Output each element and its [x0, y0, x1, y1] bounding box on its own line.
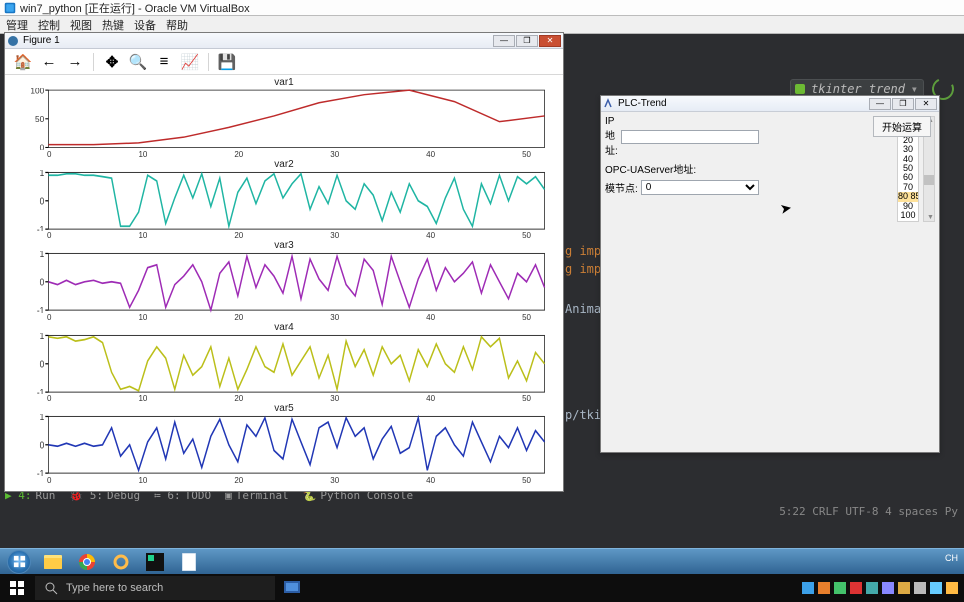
svg-text:1: 1	[40, 333, 45, 341]
chrome-icon[interactable]	[72, 551, 102, 573]
svg-text:100: 100	[30, 88, 44, 95]
subplot-var4: var4 -101 01020304050	[13, 322, 555, 404]
close-button[interactable]: ✕	[915, 98, 937, 110]
notepad-icon[interactable]	[174, 551, 204, 573]
subplot-var3: var3 -101 01020304050	[13, 240, 555, 322]
tray-icon[interactable]	[818, 582, 830, 594]
minimize-button[interactable]: —	[493, 35, 515, 47]
figure-toolbar: 🏠 ← → ✥ 🔍 ≡ 📈 💾	[5, 49, 563, 75]
menu-item[interactable]: 视图	[70, 17, 92, 33]
save-icon[interactable]: 💾	[215, 51, 239, 73]
menu-item[interactable]: 控制	[38, 17, 60, 33]
win7-taskbar: CH	[0, 548, 964, 574]
subplot-var1: var1 050100 01020304050	[13, 77, 555, 159]
tray-icon[interactable]	[802, 582, 814, 594]
svg-text:0: 0	[40, 440, 45, 451]
svg-text:-1: -1	[37, 387, 44, 394]
language-indicator[interactable]: CH	[945, 553, 958, 563]
svg-text:1: 1	[40, 414, 45, 422]
node-select[interactable]: 0	[641, 180, 759, 195]
vbox-title: win7_python [正在运行] - Oracle VM VirtualBo…	[20, 0, 250, 16]
tray-icon[interactable]	[914, 582, 926, 594]
edit-icon[interactable]: 📈	[178, 51, 202, 73]
task-app-icon[interactable]	[275, 579, 309, 597]
editor-fragment: g imp g imp Anima p/tki	[565, 242, 601, 424]
tray-icon[interactable]	[882, 582, 894, 594]
figure-titlebar[interactable]: Figure 1 — ❐ ✕	[5, 33, 563, 49]
win10-taskbar: Type here to search	[0, 574, 964, 602]
back-icon[interactable]: ←	[37, 51, 61, 73]
tray-icon[interactable]	[946, 582, 958, 594]
search-placeholder: Type here to search	[66, 582, 163, 594]
svg-text:1: 1	[40, 170, 45, 178]
home-icon[interactable]: 🏠	[11, 51, 35, 73]
subplot-var5: var5 -101 01020304050	[13, 403, 555, 485]
vbox-icon	[4, 2, 16, 14]
svg-text:0: 0	[40, 143, 45, 150]
vbox-titlebar: win7_python [正在运行] - Oracle VM VirtualBo…	[0, 0, 964, 16]
ip-label: IP地址:	[605, 116, 618, 157]
explorer-icon[interactable]	[38, 551, 68, 573]
opc-label: OPC-UAServer地址:	[605, 161, 696, 176]
node-label: 模节点:	[605, 180, 638, 195]
close-button[interactable]: ✕	[539, 35, 561, 47]
svg-text:-1: -1	[37, 224, 44, 231]
settings-icon[interactable]	[106, 551, 136, 573]
menu-item[interactable]: 管理	[6, 17, 28, 33]
ide-statusbar: 5:22 CRLF UTF-8 4 spaces Py	[779, 505, 958, 518]
plc-window: PLC-Trend — ❐ ✕ IP地址: OPC-UAServer地址: 模节…	[600, 95, 940, 453]
svg-text:50: 50	[35, 114, 45, 124]
menu-item[interactable]: 帮助	[166, 17, 188, 33]
svg-text:0: 0	[40, 359, 45, 370]
start-button[interactable]: 开始运算	[873, 116, 931, 137]
menu-item[interactable]: 热键	[102, 17, 124, 33]
plc-form: IP地址: OPC-UAServer地址: 模节点: 0	[605, 116, 759, 448]
tk-icon	[603, 98, 614, 109]
plc-titlebar[interactable]: PLC-Trend — ❐ ✕	[601, 96, 939, 112]
tray-icon[interactable]	[850, 582, 862, 594]
figure-window: Figure 1 — ❐ ✕ 🏠 ← → ✥ 🔍 ≡ 📈 💾 var1 0501…	[4, 32, 564, 492]
maximize-button[interactable]: ❐	[516, 35, 538, 47]
maximize-button[interactable]: ❐	[892, 98, 914, 110]
svg-text:0: 0	[40, 195, 45, 206]
subplot-var2: var2 -101 01020304050	[13, 159, 555, 241]
svg-text:1: 1	[40, 251, 45, 259]
forward-icon[interactable]: →	[63, 51, 87, 73]
search-box[interactable]: Type here to search	[35, 576, 275, 600]
tray-icon[interactable]	[834, 582, 846, 594]
tray-icon[interactable]	[930, 582, 942, 594]
subplots-icon[interactable]: ≡	[152, 51, 176, 73]
python-icon	[7, 35, 19, 47]
ip-input[interactable]	[621, 130, 759, 144]
system-tray[interactable]	[802, 582, 964, 594]
start-button[interactable]	[0, 574, 34, 602]
figure-title: Figure 1	[23, 35, 492, 46]
minimize-button[interactable]: —	[869, 98, 891, 110]
start-button[interactable]	[4, 551, 34, 573]
menu-item[interactable]: 设备	[134, 17, 156, 33]
svg-text:0: 0	[40, 277, 45, 288]
svg-text:-1: -1	[37, 305, 44, 312]
pycharm-icon[interactable]	[140, 551, 170, 573]
plot-area: var1 050100 01020304050var2 -101 0102030…	[5, 75, 563, 491]
tray-icon[interactable]	[898, 582, 910, 594]
tray-icon[interactable]	[866, 582, 878, 594]
pan-icon[interactable]: ✥	[100, 51, 124, 73]
mouse-cursor: ➤	[779, 199, 794, 218]
search-icon	[45, 582, 58, 595]
svg-text:-1: -1	[37, 469, 44, 476]
plc-title: PLC-Trend	[618, 98, 868, 109]
zoom-icon[interactable]: 🔍	[126, 51, 150, 73]
